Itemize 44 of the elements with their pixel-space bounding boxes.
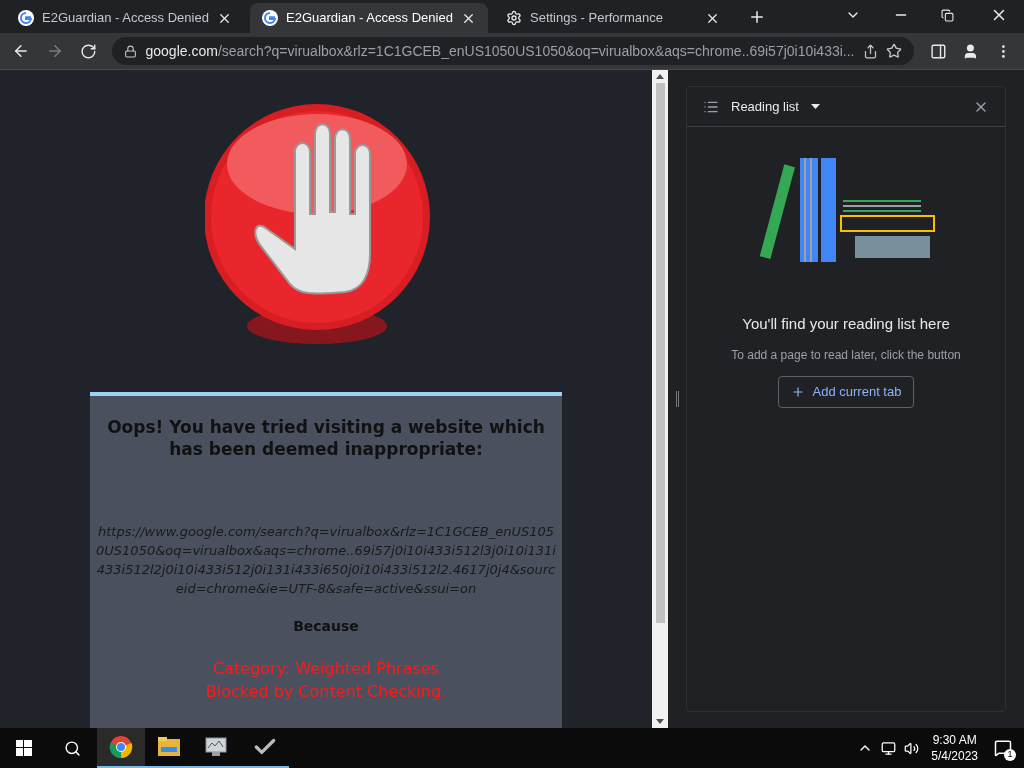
panel-title[interactable]: Reading list	[731, 96, 799, 117]
settings-icon	[506, 10, 522, 26]
new-tab-icon[interactable]	[748, 8, 766, 26]
dropdown-icon[interactable]	[810, 104, 820, 109]
block-reason: Blocked by Content Checking.	[205, 681, 447, 703]
bookmark-star-icon[interactable]	[885, 43, 902, 59]
share-icon[interactable]	[862, 43, 878, 59]
start-icon[interactable]	[16, 740, 32, 756]
tab-title: E2Guardian - Access Denied	[286, 9, 453, 28]
resize-handle[interactable]	[675, 391, 679, 407]
plus-icon	[790, 384, 805, 399]
volume-icon[interactable]	[904, 740, 920, 756]
back-icon[interactable]	[12, 42, 30, 60]
scroll-up-icon[interactable]	[656, 74, 664, 79]
network-icon[interactable]	[881, 740, 897, 756]
chrome-icon	[109, 735, 133, 759]
empty-title: You'll find your reading list here	[741, 314, 951, 334]
google-icon	[262, 10, 278, 26]
taskbar-app[interactable]	[97, 728, 145, 768]
reload-icon[interactable]	[79, 42, 97, 60]
scrollbar[interactable]	[652, 70, 668, 728]
url-text: google.com/search?q=virualbox&rlz=1C1GCEB_enUS1050US1050&oq=virualbox&aqs=chrome..69i57j0i10i433i...	[145, 41, 855, 61]
side-panel-icon[interactable]	[929, 42, 947, 60]
google-icon	[18, 10, 34, 26]
heading: Oops! You have tried visiting a website which has been deemed inappropriate:	[106, 416, 546, 460]
browser-tab[interactable]: E2Guardian - Access Denied	[250, 3, 488, 33]
notification-icon[interactable]	[994, 739, 1012, 757]
clock-date[interactable]: 5/4/2023	[931, 748, 978, 764]
address-bar[interactable]: google.com/search?q=virualbox&rlz=1C1GCEB_enUS1050US1050&oq=virualbox&aqs=chrome..69i57j0i10i433i...	[112, 37, 914, 65]
because-label: Because	[293, 617, 359, 636]
notification-count: 1	[1004, 749, 1016, 761]
scroll-down-icon[interactable]	[656, 719, 664, 724]
search-icon[interactable]	[64, 739, 81, 757]
add-current-tab-button[interactable]: Add current tab	[777, 375, 915, 408]
restore-icon[interactable]	[941, 9, 954, 22]
empty-hint: To add a page to read later, click the button	[730, 346, 962, 364]
folder-icon	[157, 736, 181, 758]
tab-title: E2Guardian - Access Denied	[42, 9, 209, 28]
lock-icon	[124, 44, 138, 58]
block-reason: Category: Weighted Phrases	[213, 658, 439, 680]
clock-time[interactable]: 9:30 AM	[932, 732, 977, 748]
tab-title: Settings - Performance	[530, 9, 664, 28]
monitor-icon	[204, 736, 230, 758]
blocked-url: https://www.google.com/search?q=virualbox&rlz=1C1GCEB_enUS1050US1050&oq=virualbox&aqs=chrome..69i57j0i10i433i512l3j0i10i131i433i512l2j0i10i433i512j0i131i433i650j0i10i433i512l2.4617j0j4&sourceid=chrome&ie=UTF-8&safe=active&ssui=on	[95, 523, 557, 598]
